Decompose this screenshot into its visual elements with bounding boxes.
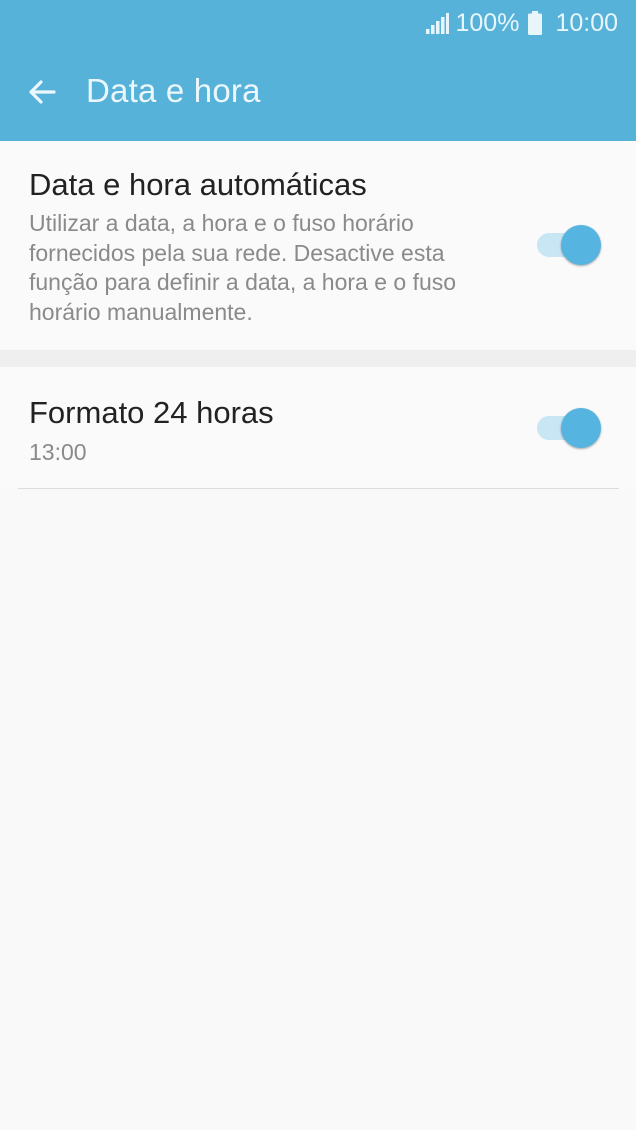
setting-row-24-hour-format[interactable]: Formato 24 horas 13:00 bbox=[0, 367, 636, 489]
signal-bars-icon bbox=[426, 13, 450, 34]
setting-title: Data e hora automáticas bbox=[29, 167, 367, 202]
battery-icon bbox=[528, 11, 543, 35]
status-bar: 100% 10:00 bbox=[0, 0, 636, 46]
auto-date-time-toggle[interactable] bbox=[535, 224, 605, 266]
24-hour-format-toggle[interactable] bbox=[535, 407, 605, 449]
time-format-section: Formato 24 horas 13:00 bbox=[0, 367, 636, 489]
setting-description: Utilizar a data, a hora e o fuso horário… bbox=[29, 210, 457, 325]
status-time: 10:00 bbox=[555, 8, 618, 37]
list-divider bbox=[18, 488, 619, 489]
status-bar-right: 100% 10:00 bbox=[425, 6, 618, 40]
date-time-settings-screen: 100% 10:00 Data e hora Data e hora autom… bbox=[0, 0, 636, 1130]
page-title: Data e hora bbox=[86, 72, 261, 109]
app-bar: Data e hora bbox=[0, 46, 636, 141]
setting-row-auto-date-time[interactable]: Data e hora automáticas Utilizar a data,… bbox=[0, 141, 636, 350]
setting-title: Formato 24 horas bbox=[29, 395, 274, 430]
toggle-thumb bbox=[561, 408, 601, 448]
auto-date-time-section: Data e hora automáticas Utilizar a data,… bbox=[0, 141, 636, 350]
arrow-left-icon bbox=[29, 80, 56, 104]
setting-summary: 13:00 bbox=[29, 439, 87, 465]
toggle-thumb bbox=[561, 225, 601, 265]
back-button[interactable] bbox=[20, 70, 64, 114]
section-divider bbox=[0, 350, 636, 367]
battery-percent: 100% bbox=[455, 8, 520, 37]
